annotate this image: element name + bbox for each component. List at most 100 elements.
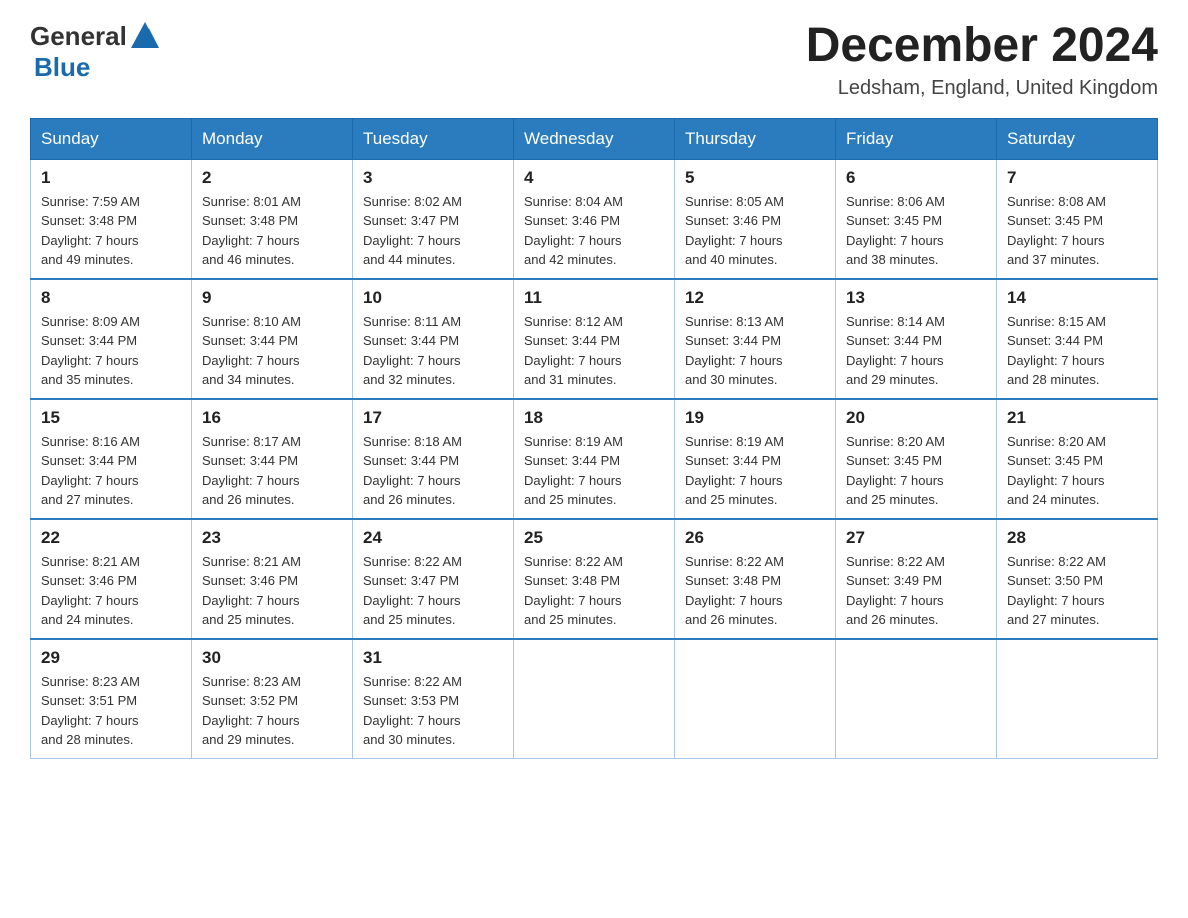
table-row: 25 Sunrise: 8:22 AMSunset: 3:48 PMDaylig…: [514, 519, 675, 639]
day-info: Sunrise: 8:22 AMSunset: 3:49 PMDaylight:…: [846, 552, 986, 630]
table-row: 10 Sunrise: 8:11 AMSunset: 3:44 PMDaylig…: [353, 279, 514, 399]
logo-general-text: General: [30, 21, 127, 52]
table-row: 21 Sunrise: 8:20 AMSunset: 3:45 PMDaylig…: [997, 399, 1158, 519]
day-info: Sunrise: 8:23 AMSunset: 3:51 PMDaylight:…: [41, 672, 181, 750]
table-row: 16 Sunrise: 8:17 AMSunset: 3:44 PMDaylig…: [192, 399, 353, 519]
table-row: [836, 639, 997, 759]
week-row-3: 15 Sunrise: 8:16 AMSunset: 3:44 PMDaylig…: [31, 399, 1158, 519]
day-info: Sunrise: 8:12 AMSunset: 3:44 PMDaylight:…: [524, 312, 664, 390]
day-number: 12: [685, 288, 825, 308]
table-row: [675, 639, 836, 759]
day-number: 28: [1007, 528, 1147, 548]
table-row: [997, 639, 1158, 759]
header-tuesday: Tuesday: [353, 118, 514, 159]
day-info: Sunrise: 8:22 AMSunset: 3:50 PMDaylight:…: [1007, 552, 1147, 630]
day-number: 21: [1007, 408, 1147, 428]
day-info: Sunrise: 8:15 AMSunset: 3:44 PMDaylight:…: [1007, 312, 1147, 390]
calendar-table: Sunday Monday Tuesday Wednesday Thursday…: [30, 118, 1158, 759]
table-row: 11 Sunrise: 8:12 AMSunset: 3:44 PMDaylig…: [514, 279, 675, 399]
day-number: 1: [41, 168, 181, 188]
header-friday: Friday: [836, 118, 997, 159]
table-row: 6 Sunrise: 8:06 AMSunset: 3:45 PMDayligh…: [836, 159, 997, 279]
day-info: Sunrise: 7:59 AMSunset: 3:48 PMDaylight:…: [41, 192, 181, 270]
table-row: 19 Sunrise: 8:19 AMSunset: 3:44 PMDaylig…: [675, 399, 836, 519]
page-header: General Blue December 2024 Ledsham, Engl…: [30, 20, 1158, 100]
day-number: 18: [524, 408, 664, 428]
day-info: Sunrise: 8:01 AMSunset: 3:48 PMDaylight:…: [202, 192, 342, 270]
day-number: 16: [202, 408, 342, 428]
table-row: 7 Sunrise: 8:08 AMSunset: 3:45 PMDayligh…: [997, 159, 1158, 279]
day-number: 17: [363, 408, 503, 428]
day-number: 7: [1007, 168, 1147, 188]
day-number: 11: [524, 288, 664, 308]
table-row: 4 Sunrise: 8:04 AMSunset: 3:46 PMDayligh…: [514, 159, 675, 279]
day-info: Sunrise: 8:14 AMSunset: 3:44 PMDaylight:…: [846, 312, 986, 390]
day-info: Sunrise: 8:19 AMSunset: 3:44 PMDaylight:…: [685, 432, 825, 510]
day-number: 25: [524, 528, 664, 548]
day-info: Sunrise: 8:18 AMSunset: 3:44 PMDaylight:…: [363, 432, 503, 510]
table-row: 9 Sunrise: 8:10 AMSunset: 3:44 PMDayligh…: [192, 279, 353, 399]
day-info: Sunrise: 8:13 AMSunset: 3:44 PMDaylight:…: [685, 312, 825, 390]
day-info: Sunrise: 8:22 AMSunset: 3:48 PMDaylight:…: [524, 552, 664, 630]
header-wednesday: Wednesday: [514, 118, 675, 159]
day-info: Sunrise: 8:04 AMSunset: 3:46 PMDaylight:…: [524, 192, 664, 270]
day-number: 15: [41, 408, 181, 428]
day-info: Sunrise: 8:19 AMSunset: 3:44 PMDaylight:…: [524, 432, 664, 510]
table-row: 17 Sunrise: 8:18 AMSunset: 3:44 PMDaylig…: [353, 399, 514, 519]
day-number: 29: [41, 648, 181, 668]
table-row: 5 Sunrise: 8:05 AMSunset: 3:46 PMDayligh…: [675, 159, 836, 279]
day-info: Sunrise: 8:20 AMSunset: 3:45 PMDaylight:…: [1007, 432, 1147, 510]
logo-blue-text: Blue: [34, 52, 90, 82]
week-row-1: 1 Sunrise: 7:59 AMSunset: 3:48 PMDayligh…: [31, 159, 1158, 279]
day-info: Sunrise: 8:22 AMSunset: 3:47 PMDaylight:…: [363, 552, 503, 630]
day-info: Sunrise: 8:23 AMSunset: 3:52 PMDaylight:…: [202, 672, 342, 750]
day-number: 23: [202, 528, 342, 548]
day-number: 27: [846, 528, 986, 548]
week-row-4: 22 Sunrise: 8:21 AMSunset: 3:46 PMDaylig…: [31, 519, 1158, 639]
table-row: 24 Sunrise: 8:22 AMSunset: 3:47 PMDaylig…: [353, 519, 514, 639]
table-row: 20 Sunrise: 8:20 AMSunset: 3:45 PMDaylig…: [836, 399, 997, 519]
day-number: 5: [685, 168, 825, 188]
table-row: 31 Sunrise: 8:22 AMSunset: 3:53 PMDaylig…: [353, 639, 514, 759]
table-row: 12 Sunrise: 8:13 AMSunset: 3:44 PMDaylig…: [675, 279, 836, 399]
day-info: Sunrise: 8:22 AMSunset: 3:48 PMDaylight:…: [685, 552, 825, 630]
day-number: 22: [41, 528, 181, 548]
day-number: 13: [846, 288, 986, 308]
week-row-2: 8 Sunrise: 8:09 AMSunset: 3:44 PMDayligh…: [31, 279, 1158, 399]
logo-icon: [129, 20, 161, 52]
day-number: 2: [202, 168, 342, 188]
table-row: [514, 639, 675, 759]
title-section: December 2024 Ledsham, England, United K…: [806, 20, 1158, 100]
day-number: 24: [363, 528, 503, 548]
week-row-5: 29 Sunrise: 8:23 AMSunset: 3:51 PMDaylig…: [31, 639, 1158, 759]
day-info: Sunrise: 8:06 AMSunset: 3:45 PMDaylight:…: [846, 192, 986, 270]
table-row: 30 Sunrise: 8:23 AMSunset: 3:52 PMDaylig…: [192, 639, 353, 759]
table-row: 8 Sunrise: 8:09 AMSunset: 3:44 PMDayligh…: [31, 279, 192, 399]
day-number: 8: [41, 288, 181, 308]
day-info: Sunrise: 8:08 AMSunset: 3:45 PMDaylight:…: [1007, 192, 1147, 270]
header-sunday: Sunday: [31, 118, 192, 159]
header-thursday: Thursday: [675, 118, 836, 159]
table-row: 15 Sunrise: 8:16 AMSunset: 3:44 PMDaylig…: [31, 399, 192, 519]
table-row: 28 Sunrise: 8:22 AMSunset: 3:50 PMDaylig…: [997, 519, 1158, 639]
day-number: 9: [202, 288, 342, 308]
month-title: December 2024: [806, 20, 1158, 73]
table-row: 27 Sunrise: 8:22 AMSunset: 3:49 PMDaylig…: [836, 519, 997, 639]
day-number: 4: [524, 168, 664, 188]
table-row: 22 Sunrise: 8:21 AMSunset: 3:46 PMDaylig…: [31, 519, 192, 639]
day-number: 20: [846, 408, 986, 428]
day-number: 6: [846, 168, 986, 188]
table-row: 26 Sunrise: 8:22 AMSunset: 3:48 PMDaylig…: [675, 519, 836, 639]
day-number: 3: [363, 168, 503, 188]
table-row: 29 Sunrise: 8:23 AMSunset: 3:51 PMDaylig…: [31, 639, 192, 759]
day-number: 30: [202, 648, 342, 668]
day-number: 10: [363, 288, 503, 308]
table-row: 3 Sunrise: 8:02 AMSunset: 3:47 PMDayligh…: [353, 159, 514, 279]
day-info: Sunrise: 8:11 AMSunset: 3:44 PMDaylight:…: [363, 312, 503, 390]
day-info: Sunrise: 8:20 AMSunset: 3:45 PMDaylight:…: [846, 432, 986, 510]
day-info: Sunrise: 8:17 AMSunset: 3:44 PMDaylight:…: [202, 432, 342, 510]
table-row: 1 Sunrise: 7:59 AMSunset: 3:48 PMDayligh…: [31, 159, 192, 279]
weekday-header-row: Sunday Monday Tuesday Wednesday Thursday…: [31, 118, 1158, 159]
table-row: 18 Sunrise: 8:19 AMSunset: 3:44 PMDaylig…: [514, 399, 675, 519]
day-info: Sunrise: 8:21 AMSunset: 3:46 PMDaylight:…: [41, 552, 181, 630]
